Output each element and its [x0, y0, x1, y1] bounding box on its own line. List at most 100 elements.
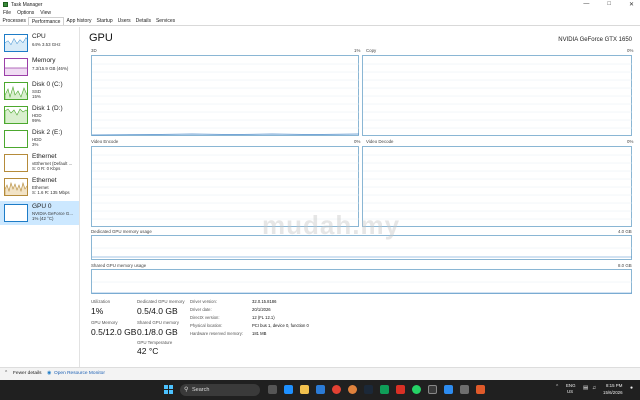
- disk2-thumbnail: [4, 130, 28, 148]
- utilization-value: 1%: [91, 306, 104, 316]
- maximize-icon[interactable]: □: [607, 1, 611, 8]
- tab-app-history[interactable]: App history: [64, 17, 94, 25]
- tab-details[interactable]: Details: [133, 17, 153, 25]
- sidebar-item-disk-2[interactable]: Disk 2 (E:) HDD 3%: [0, 127, 79, 151]
- start-icon[interactable]: [164, 385, 173, 394]
- fewer-details-link[interactable]: Fewer details: [13, 371, 42, 376]
- open-resource-monitor-link[interactable]: Open Resource Monitor: [54, 371, 105, 376]
- notification-icon[interactable]: ●: [630, 385, 633, 391]
- close-icon[interactable]: ✕: [629, 1, 634, 8]
- graph-label-shared-memory: Shared GPU memory usage: [91, 263, 147, 268]
- graph-video-decode: [362, 146, 632, 227]
- taskbar: ⚲ Search ⌃ ENG US ▤ ♫ 8:15 PM 15/6/2026 …: [0, 380, 640, 400]
- gpu-thumbnail: [4, 204, 28, 222]
- chevron-up-tray-icon[interactable]: ⌃: [555, 384, 559, 390]
- gpu-model-name: NVIDIA GeForce GTX 1650: [558, 37, 632, 43]
- sidebar-item-title: Ethernet: [32, 153, 57, 160]
- tab-services[interactable]: Services: [153, 17, 177, 25]
- task-manager-taskbar-icon[interactable]: [428, 385, 437, 394]
- settings-icon[interactable]: [444, 385, 453, 394]
- sidebar-item-title: Disk 0 (C:): [32, 81, 63, 88]
- task-manager-window: Task Manager — □ ✕ File Options View Pro…: [0, 0, 640, 380]
- sidebar-item-title: Disk 1 (D:): [32, 105, 63, 112]
- gpu-temperature-value: 42 °C: [137, 346, 159, 356]
- physical-location-value: PCI bus 1, device 0, function 0: [252, 323, 309, 328]
- menu-file[interactable]: File: [3, 9, 11, 17]
- store-icon[interactable]: [316, 385, 325, 394]
- firefox-icon[interactable]: [348, 385, 357, 394]
- tab-users[interactable]: Users: [115, 17, 133, 25]
- language-region: US: [567, 389, 574, 394]
- sidebar-item-title: CPU: [32, 33, 46, 40]
- physical-location-label: Physical location:: [190, 323, 223, 328]
- graph-pct-3d: 1%: [354, 48, 361, 53]
- sidebar-item-gpu-0[interactable]: GPU 0 NVIDIA GeForce G... 1% (42 °C): [0, 201, 79, 225]
- sidebar-item-sub: 64% 3.53 GHz: [32, 42, 61, 47]
- reserved-memory-value: 181 MB: [252, 331, 267, 336]
- dedicated-memory-label: Dedicated GPU memory: [137, 299, 185, 304]
- task-view-icon[interactable]: [268, 385, 277, 394]
- title-bar: Task Manager — □ ✕: [0, 0, 640, 9]
- window-title: Task Manager: [11, 1, 43, 8]
- minimize-icon[interactable]: —: [583, 1, 589, 8]
- sidebar-item-sub: 99%: [32, 118, 41, 123]
- graph-label-3d: 3D: [91, 48, 97, 53]
- menu-options[interactable]: Options: [17, 9, 34, 17]
- whatsapp-icon[interactable]: [412, 385, 421, 394]
- disk1-thumbnail: [4, 106, 28, 124]
- graph-label-dedicated-memory: Dedicated GPU memory usage: [91, 229, 152, 234]
- sidebar-item-disk-1[interactable]: Disk 1 (D:) HDD 99%: [0, 103, 79, 127]
- app-icon-2[interactable]: [476, 385, 485, 394]
- sidebar-item-disk-0[interactable]: Disk 0 (C:) SSD 15%: [0, 79, 79, 103]
- volume-icon[interactable]: ♫: [592, 385, 596, 391]
- chevron-up-icon[interactable]: ⌃: [4, 371, 8, 376]
- sidebar-item-ethernet-vethernet[interactable]: Ethernet vEthernet (Default ... S: 0 R: …: [0, 151, 79, 175]
- graph-max-dedicated-memory: 4.0 GB: [618, 229, 632, 234]
- steam-icon[interactable]: [364, 385, 373, 394]
- sidebar-item-cpu[interactable]: CPU 64% 3.53 GHz: [0, 31, 79, 55]
- search-placeholder: Search: [192, 387, 210, 393]
- taskbar-search[interactable]: ⚲ Search: [180, 384, 260, 396]
- menu-view[interactable]: View: [40, 9, 51, 17]
- footer-bar: ⌃ Fewer details ◉ Open Resource Monitor: [0, 367, 640, 380]
- watermark: mudah.my: [262, 210, 401, 240]
- tab-startup[interactable]: Startup: [94, 17, 115, 25]
- app-icon[interactable]: [460, 385, 469, 394]
- graph-pct-video-encode: 0%: [354, 139, 361, 144]
- sidebar-item-sub: S: 1.6 R: 135 Mbps: [32, 190, 70, 195]
- sidebar-item-memory[interactable]: Memory 7.3/15.9 GB (46%): [0, 55, 79, 79]
- chrome-icon[interactable]: [332, 385, 341, 394]
- directx-version-value: 12 (FL 12.1): [252, 315, 275, 320]
- sidebar-item-ethernet[interactable]: Ethernet Ethernet S: 1.6 R: 135 Mbps: [0, 175, 79, 199]
- tab-performance[interactable]: Performance: [28, 17, 64, 25]
- network-icon[interactable]: ▤: [583, 385, 588, 391]
- tab-processes[interactable]: Processes: [0, 17, 28, 25]
- excel-icon[interactable]: [380, 385, 389, 394]
- dedicated-memory-value: 0.5/4.0 GB: [137, 306, 178, 316]
- sidebar-item-sub: S: 0 R: 0 Kbps: [32, 166, 61, 171]
- graph-label-copy: Copy: [366, 48, 377, 53]
- edge-icon[interactable]: [284, 385, 293, 394]
- disk0-thumbnail: [4, 82, 28, 100]
- utilization-label: Utilization: [91, 299, 111, 304]
- sidebar-item-title: Disk 2 (E:): [32, 129, 63, 136]
- graph-copy: [362, 55, 632, 136]
- clock-date: 15/6/2026: [603, 390, 623, 395]
- sidebar-item-title: Memory: [32, 57, 56, 64]
- clock-time[interactable]: 8:15 PM: [606, 383, 622, 388]
- media-icon[interactable]: [396, 385, 405, 394]
- resource-monitor-icon[interactable]: ◉: [47, 371, 51, 376]
- graph-pct-video-decode: 0%: [627, 139, 634, 144]
- sidebar-item-sub: 15%: [32, 94, 41, 99]
- sidebar-item-sub: 7.3/15.9 GB (46%): [32, 66, 69, 71]
- driver-date-label: Driver date:: [190, 307, 212, 312]
- search-icon: ⚲: [184, 387, 189, 393]
- driver-date-value: 20/1/2026: [252, 307, 271, 312]
- menu-bar: File Options View: [0, 9, 57, 17]
- performance-sidebar: CPU 64% 3.53 GHz Memory 7.3/15.9 GB (46%…: [0, 27, 80, 367]
- graph-label-video-decode: Video Decode: [366, 139, 394, 144]
- language-indicator[interactable]: ENG: [566, 383, 576, 388]
- file-explorer-icon[interactable]: [300, 385, 309, 394]
- gpu-stats: Utilization 1% Dedicated GPU memory 0.5/…: [90, 299, 638, 359]
- graph-pct-copy: 0%: [627, 48, 634, 53]
